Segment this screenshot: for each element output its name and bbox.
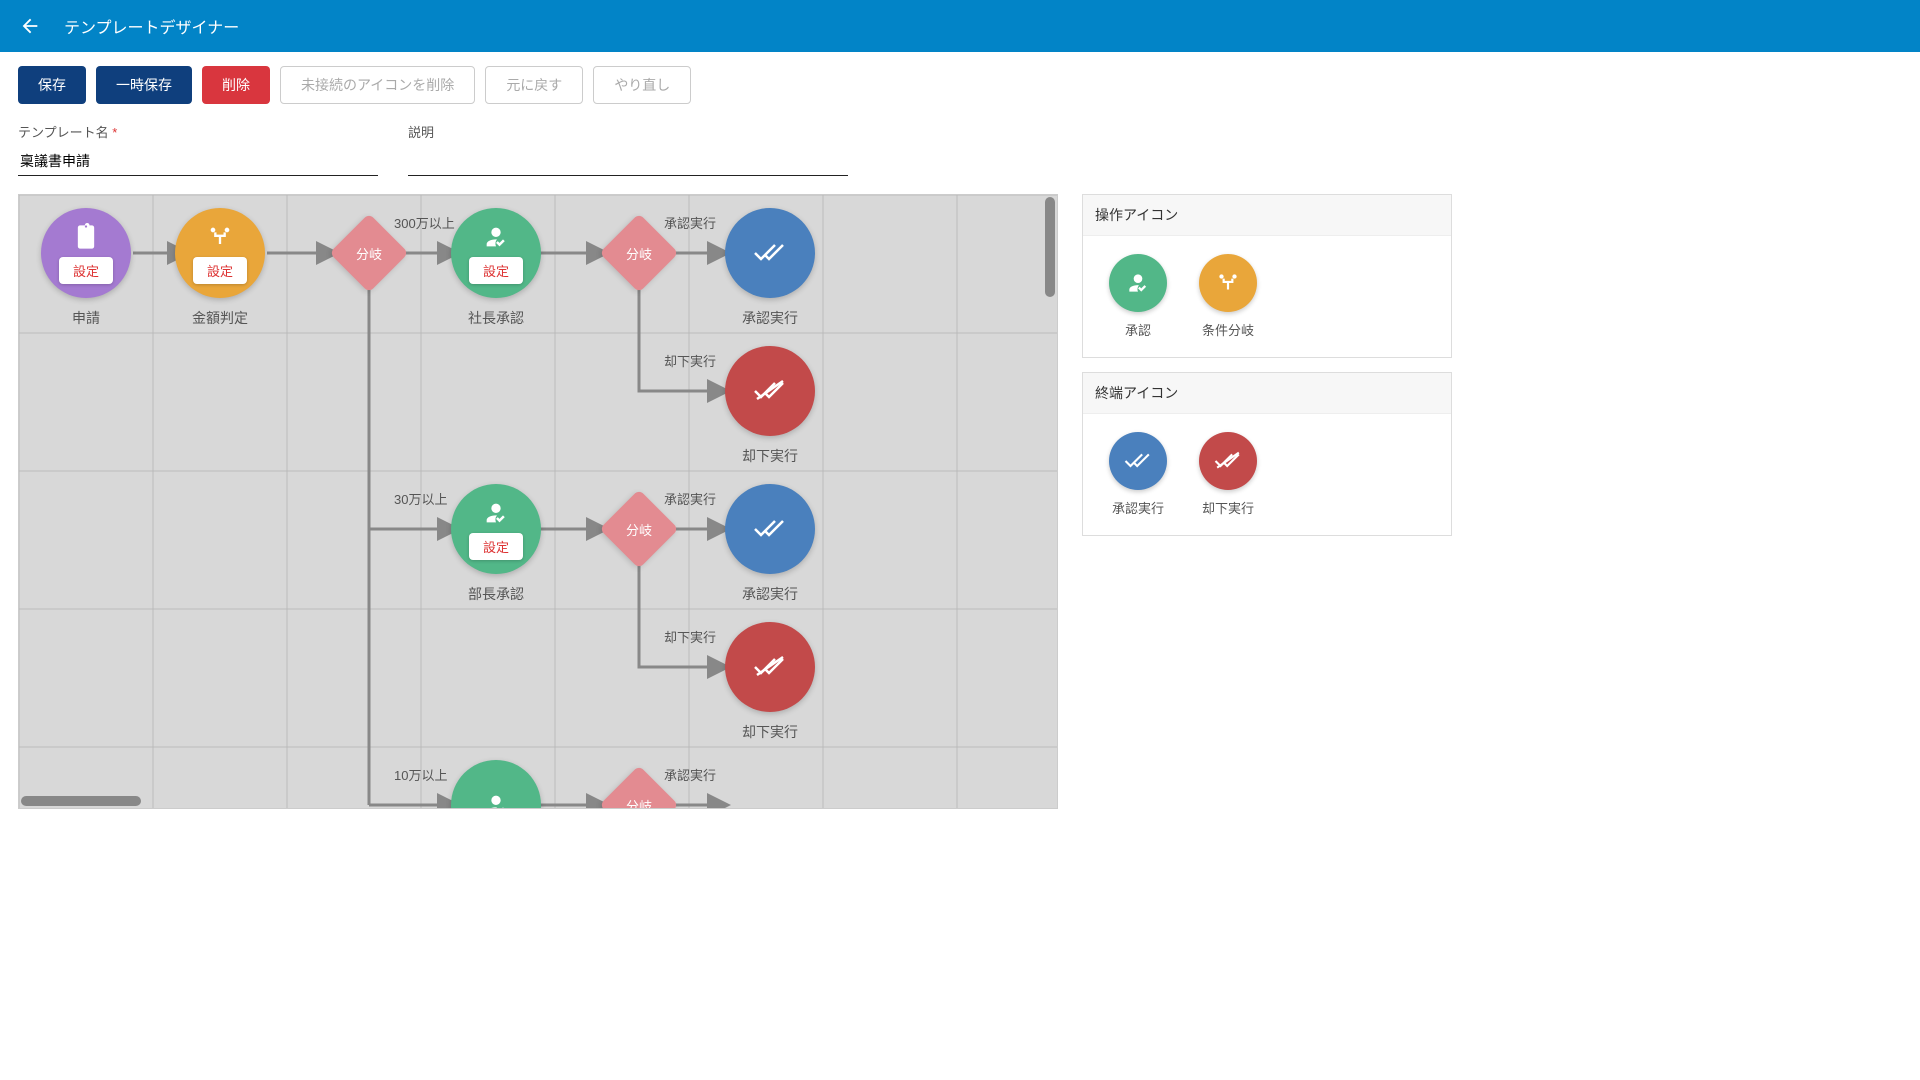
branch-label-exec-ok-3: 承認実行 — [664, 765, 716, 784]
node-label: 承認実行 — [742, 308, 798, 328]
node-setting-button[interactable]: 設定 — [193, 257, 247, 284]
description-input[interactable] — [408, 147, 848, 176]
page-title: テンプレートデザイナー — [64, 14, 239, 38]
branch-label-300: 300万以上 — [394, 213, 455, 232]
node-label: 金額判定 — [192, 308, 248, 328]
double-check-icon — [753, 517, 787, 541]
branch-icon — [1215, 270, 1241, 296]
node-setting-button[interactable]: 設定 — [469, 533, 523, 560]
palette-operations: 操作アイコン 承認 条件分岐 — [1082, 194, 1452, 358]
branch-label-exec-ok-2: 承認実行 — [664, 489, 716, 508]
node-reject-2[interactable]: 却下実行 — [725, 622, 815, 742]
user-check-icon — [1125, 270, 1151, 296]
palette-item-label: 承認実行 — [1112, 498, 1164, 517]
branch-label-10: 10万以上 — [394, 765, 447, 784]
node-apply[interactable]: 設定 申請 — [41, 208, 131, 328]
branch-label-exec-ng: 却下実行 — [664, 351, 716, 370]
horizontal-scrollbar[interactable] — [21, 796, 141, 806]
palette-item-label: 承認 — [1125, 320, 1151, 339]
content: 設定 申請 設定 金額判定 分岐 300万以上 設定 社長承 — [0, 194, 1920, 827]
node-setting-button[interactable]: 設定 — [59, 257, 113, 284]
branch-label-exec-ng-2: 却下実行 — [664, 627, 716, 646]
tempsave-button[interactable]: 一時保存 — [96, 66, 192, 104]
reject-icon — [1213, 451, 1243, 471]
back-button[interactable] — [16, 12, 44, 40]
double-check-icon — [753, 241, 787, 265]
node-label: 部長承認 — [468, 584, 524, 604]
user-check-icon — [482, 223, 510, 251]
branch-icon — [206, 223, 234, 251]
description-field: 説明 — [408, 122, 848, 176]
reject-icon — [753, 655, 787, 679]
node-president[interactable]: 設定 社長承認 — [451, 208, 541, 328]
palette-item-label: 却下実行 — [1202, 498, 1254, 517]
node-label: 承認実行 — [742, 584, 798, 604]
template-name-field: テンプレート名 * — [18, 122, 378, 176]
node-label: 却下実行 — [742, 722, 798, 742]
icon-palette: 操作アイコン 承認 条件分岐 終端アイコン 承認実行 — [1082, 194, 1452, 809]
user-check-icon — [482, 499, 510, 527]
branch-label-30: 30万以上 — [394, 489, 447, 508]
node-label: 却下実行 — [742, 446, 798, 466]
node-amount[interactable]: 設定 金額判定 — [175, 208, 265, 328]
palette-item-branch[interactable]: 条件分岐 — [1199, 254, 1257, 339]
node-label: 社長承認 — [468, 308, 524, 328]
arrow-left-icon — [19, 15, 41, 37]
palette-term-title: 終端アイコン — [1083, 373, 1451, 414]
palette-item-exec-reject[interactable]: 却下実行 — [1199, 432, 1257, 517]
vertical-scrollbar[interactable] — [1045, 197, 1055, 297]
node-label: 申請 — [72, 308, 100, 328]
template-name-label: テンプレート名 * — [18, 122, 378, 141]
palette-ops-title: 操作アイコン — [1083, 195, 1451, 236]
palette-item-approve[interactable]: 承認 — [1109, 254, 1167, 339]
palette-item-exec-approve[interactable]: 承認実行 — [1109, 432, 1167, 517]
save-button[interactable]: 保存 — [18, 66, 86, 104]
remove-orphans-button[interactable]: 未接続のアイコンを削除 — [280, 66, 475, 104]
canvas-wrapper: 設定 申請 設定 金額判定 分岐 300万以上 設定 社長承 — [18, 194, 1058, 809]
node-approve-2[interactable]: 承認実行 — [725, 484, 815, 604]
palette-terminals: 終端アイコン 承認実行 却下実行 — [1082, 372, 1452, 536]
redo-button[interactable]: やり直し — [593, 66, 691, 104]
node-approve-1[interactable]: 承認実行 — [725, 208, 815, 328]
undo-button[interactable]: 元に戻す — [485, 66, 583, 104]
clipboard-icon — [72, 223, 100, 251]
description-label: 説明 — [408, 122, 848, 141]
node-manager[interactable]: 設定 部長承認 — [451, 484, 541, 604]
node-setting-button[interactable]: 設定 — [469, 257, 523, 284]
app-header: テンプレートデザイナー — [0, 0, 1920, 52]
canvas[interactable]: 設定 申請 設定 金額判定 分岐 300万以上 設定 社長承 — [19, 195, 1058, 809]
node-reject-1[interactable]: 却下実行 — [725, 346, 815, 466]
palette-item-label: 条件分岐 — [1202, 320, 1254, 339]
delete-button[interactable]: 削除 — [202, 66, 270, 104]
template-name-input[interactable] — [18, 147, 378, 176]
double-check-icon — [1123, 451, 1153, 471]
node-approver-3[interactable] — [451, 760, 541, 809]
branch-label-exec-ok: 承認実行 — [664, 213, 716, 232]
reject-icon — [753, 379, 787, 403]
form-row: テンプレート名 * 説明 — [0, 114, 1920, 194]
toolbar: 保存 一時保存 削除 未接続のアイコンを削除 元に戻す やり直し — [0, 52, 1920, 114]
user-check-icon — [482, 791, 510, 809]
